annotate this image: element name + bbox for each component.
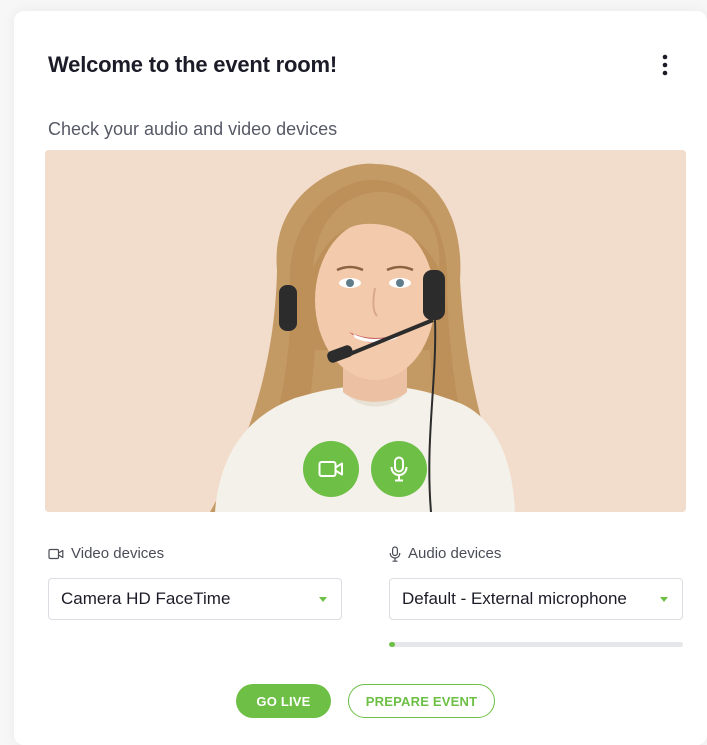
toggle-microphone-button[interactable]: [371, 441, 427, 497]
audio-level-meter: [389, 642, 683, 647]
video-devices-label: Video devices: [48, 545, 164, 562]
toggle-camera-button[interactable]: [303, 441, 359, 497]
video-devices-label-text: Video devices: [71, 545, 165, 562]
camera-preview: [45, 150, 686, 512]
more-vertical-icon: [662, 54, 668, 76]
video-camera-icon: [318, 461, 343, 477]
video-device-selected-value: Camera HD FaceTime: [61, 589, 231, 608]
audio-device-select[interactable]: Default - External microphone: [389, 578, 683, 620]
chevron-down-icon: [660, 597, 668, 602]
audio-device-selected-value: Default - External microphone: [402, 589, 627, 608]
subtitle: Check your audio and video devices: [48, 119, 338, 139]
video-device-select[interactable]: Camera HD FaceTime: [48, 578, 342, 620]
page-title: Welcome to the event room!: [48, 52, 337, 77]
chevron-down-icon: [319, 597, 327, 602]
go-live-button[interactable]: GO LIVE: [236, 684, 331, 718]
audio-devices-label: Audio devices: [389, 545, 501, 562]
microphone-icon: [390, 456, 408, 482]
more-options-button[interactable]: [651, 51, 679, 79]
video-camera-icon: [48, 548, 64, 559]
audio-devices-label-text: Audio devices: [408, 545, 502, 562]
prepare-event-button[interactable]: PREPARE EVENT: [348, 684, 495, 718]
microphone-icon: [389, 545, 401, 562]
camera-preview-image: [45, 150, 686, 512]
audio-level-fill: [389, 642, 395, 647]
